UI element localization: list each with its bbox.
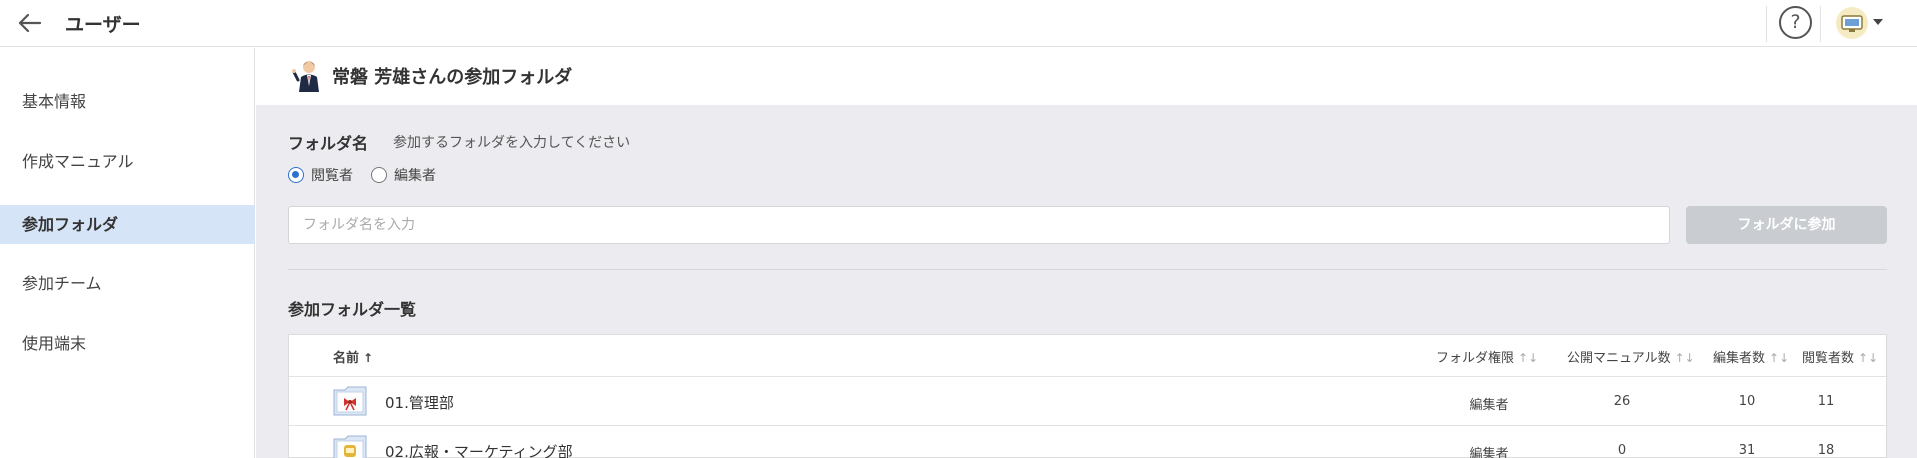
column-header-editors[interactable]: 編集者数 ↑↓: [1713, 347, 1789, 366]
top-bar: ユーザー ?: [0, 0, 1917, 47]
editors-count: 10: [1738, 394, 1756, 409]
account-avatar-icon[interactable]: [1836, 7, 1868, 39]
sort-icon[interactable]: ↑↓: [1518, 351, 1538, 365]
radio-checked-icon[interactable]: [288, 167, 304, 183]
help-icon[interactable]: ?: [1779, 6, 1812, 39]
folder-name[interactable]: 01.管理部: [385, 392, 454, 413]
table-row[interactable]: 01.管理部 編集者 26 10 11: [289, 377, 1888, 426]
sidebar-item-created-manuals[interactable]: 作成マニュアル: [0, 142, 255, 181]
viewers-count: 18: [1817, 443, 1835, 458]
column-header-viewers[interactable]: 閲覧者数 ↑↓: [1802, 347, 1878, 366]
folder-name-input[interactable]: [288, 206, 1670, 244]
folder-name[interactable]: 02.広報・マーケティング部: [385, 441, 573, 458]
folder-badge-icon: [333, 435, 367, 458]
folders-heading: 常磐 芳雄さんの参加フォルダ: [332, 67, 573, 88]
folder-permission: 編集者: [1469, 398, 1509, 413]
folder-name-label: フォルダ名: [288, 134, 369, 153]
back-arrow-icon[interactable]: [16, 10, 46, 36]
sidebar-item-devices[interactable]: 使用端末: [0, 324, 255, 363]
column-header-name[interactable]: 名前 ↑: [333, 347, 373, 366]
account-menu-caret-icon[interactable]: [1873, 19, 1883, 25]
main-content: 常磐 芳雄さんの参加フォルダ フォルダ名 参加するフォルダを入力してください 閲…: [256, 48, 1917, 458]
column-header-permission[interactable]: フォルダ権限 ↑↓: [1436, 347, 1538, 366]
title-band: 常磐 芳雄さんの参加フォルダ: [256, 48, 1917, 105]
sort-icon[interactable]: ↑↓: [1858, 351, 1878, 365]
table-header-row: 名前 ↑ フォルダ権限 ↑↓ 公開マニュアル数 ↑↓ 編集者数 ↑↓ 閲覧者数 ↑↓: [289, 335, 1888, 377]
role-radio-label: 編集者: [394, 168, 436, 184]
role-radio-editor[interactable]: 編集者: [371, 165, 436, 185]
folder-table: 名前 ↑ フォルダ権限 ↑↓ 公開マニュアル数 ↑↓ 編集者数 ↑↓ 閲覧者数 ↑↓: [288, 334, 1888, 458]
sidebar-item-basic-info[interactable]: 基本情報: [0, 82, 255, 121]
header-divider: [1766, 6, 1767, 42]
divider: [288, 269, 1887, 270]
folder-permission: 編集者: [1469, 447, 1509, 458]
sort-icon[interactable]: ↑↓: [1769, 351, 1789, 365]
editors-count: 31: [1738, 443, 1756, 458]
join-folder-button[interactable]: フォルダに参加: [1686, 206, 1887, 244]
user-avatar: [292, 58, 324, 92]
role-radio-viewer[interactable]: 閲覧者: [288, 165, 353, 185]
sort-icon[interactable]: ↑↓: [1675, 351, 1695, 365]
sidebar-item-joined-folders[interactable]: 参加フォルダ: [0, 205, 255, 244]
sort-ascending-icon[interactable]: ↑: [363, 351, 373, 365]
radio-unchecked-icon[interactable]: [371, 167, 387, 183]
sidebar-item-joined-teams[interactable]: 参加チーム: [0, 264, 255, 303]
published-count: 26: [1613, 394, 1631, 409]
column-header-published[interactable]: 公開マニュアル数 ↑↓: [1567, 347, 1695, 366]
viewers-count: 11: [1817, 394, 1835, 409]
folder-list-heading: 参加フォルダ一覧: [288, 300, 417, 319]
sidebar: 基本情報 作成マニュアル 参加フォルダ 参加チーム 使用端末: [0, 48, 255, 458]
table-row[interactable]: 02.広報・マーケティング部 編集者 0 31 18: [289, 426, 1888, 458]
role-radio-label: 閲覧者: [311, 168, 353, 184]
published-count: 0: [1617, 443, 1627, 458]
header-divider: [1820, 6, 1821, 42]
page-title: ユーザー: [65, 14, 141, 36]
folder-hint-text: 参加するフォルダを入力してください: [393, 135, 631, 151]
folder-ribbon-icon: [333, 386, 367, 416]
